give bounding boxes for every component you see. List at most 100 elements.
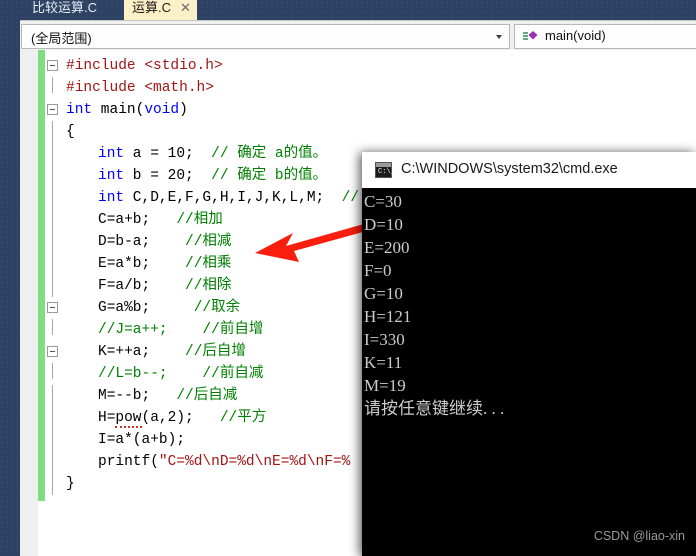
code-line: #include <math.h>	[66, 77, 214, 99]
fold-guide-line	[52, 429, 53, 451]
code-token: I=a*(a+b);	[98, 432, 186, 448]
code-line: int main(void)	[66, 99, 188, 121]
tab-label: 比较运算.C	[32, 0, 98, 15]
code-token: <stdio.h>	[144, 58, 223, 74]
code-line: int a = 10; // 确定 a的值。	[98, 143, 327, 165]
fold-guide-line	[52, 143, 53, 165]
fold-guide-line	[52, 275, 53, 297]
code-token: //J=a++; //前自增	[98, 322, 264, 338]
fold-guide-line	[52, 253, 53, 275]
fold-guide-line	[52, 121, 53, 143]
fold-toggle-icon[interactable]	[47, 302, 58, 313]
fold-guide-line	[52, 319, 53, 335]
cmd-console-window[interactable]: C:\_ C:\WINDOWS\system32\cmd.exe C=30 D=1…	[362, 152, 696, 556]
code-token: #include	[66, 80, 145, 96]
code-token: K=++a;	[98, 344, 186, 360]
code-line: G=a%b; //取余	[98, 297, 240, 319]
code-token: //取余	[193, 300, 241, 316]
code-token: //相减	[185, 234, 232, 250]
fold-guide-line	[52, 451, 53, 473]
code-token: //L=b--; //前自减	[98, 366, 264, 382]
cmd-output-line: 请按任意键继续. . .	[364, 399, 505, 418]
cmd-output-line: G=10	[364, 284, 403, 303]
scope-dropdown[interactable]: (全局范围)	[21, 24, 510, 49]
fold-toggle-icon[interactable]	[47, 104, 58, 115]
cmd-output-line: H=121	[364, 307, 412, 326]
code-token: //相乘	[185, 256, 232, 272]
code-line: //L=b--; //前自减	[98, 363, 263, 385]
code-line: printf("C=%d\nD=%d\nE=%d\nF=%	[98, 451, 350, 473]
method-purple-icon	[523, 30, 539, 44]
code-token: //相除	[185, 278, 232, 294]
code-token: )	[179, 102, 188, 118]
fold-guide-line	[52, 363, 53, 379]
code-line: C=a+b; //相加	[98, 209, 223, 231]
code-line: H=pow(a,2); //平方	[98, 407, 266, 429]
code-token: //相加	[176, 212, 223, 228]
code-token: //平方	[219, 410, 267, 426]
code-token: "C=%d\nD=%d\nE=%d\nF=%	[158, 454, 351, 470]
code-token: //	[341, 190, 360, 206]
navigation-bar: (全局范围) main(void)	[20, 20, 696, 51]
code-token: //后自减	[176, 388, 238, 404]
code-token: C=a+b;	[98, 212, 177, 228]
cmd-title-bar[interactable]: C:\_ C:\WINDOWS\system32\cmd.exe	[362, 152, 696, 189]
code-token: F=a/b;	[98, 278, 186, 294]
code-token: }	[66, 476, 75, 492]
chevron-down-icon[interactable]	[496, 35, 502, 39]
code-line: }	[66, 473, 75, 495]
fold-toggle-icon[interactable]	[47, 346, 58, 357]
watermark: CSDN @liao-xin	[593, 529, 685, 543]
code-token: main(	[92, 102, 145, 118]
fold-margin[interactable]	[46, 50, 60, 556]
fold-guide-line	[52, 385, 53, 407]
cmd-output-line: I=330	[364, 330, 405, 349]
code-token: D=b-a;	[98, 234, 186, 250]
code-token: M=--b;	[98, 388, 177, 404]
member-dropdown[interactable]: main(void)	[514, 24, 696, 49]
fold-guide-line	[52, 165, 53, 187]
editor-gutter	[20, 50, 38, 556]
code-token: C,D,E,F,G,H,I,J,K,L,M;	[124, 190, 342, 206]
code-token: a = 10;	[124, 146, 212, 162]
code-line: I=a*(a+b);	[98, 429, 185, 451]
code-token: G=a%b;	[98, 300, 194, 316]
tab-yunsuan[interactable]: 运算.C ✕	[124, 0, 197, 20]
code-line: int b = 20; // 确定 b的值。	[98, 165, 327, 187]
code-token: (a,2);	[141, 410, 220, 426]
code-line: int C,D,E,F,G,H,I,J,K,L,M; //	[98, 187, 359, 209]
code-token: int	[98, 146, 125, 162]
code-line: //J=a++; //前自增	[98, 319, 263, 341]
fold-guide-line	[52, 209, 53, 231]
cmd-title-text: C:\WINDOWS\system32\cmd.exe	[401, 161, 618, 177]
cmd-output-line: E=200	[364, 238, 410, 257]
code-token: b = 20;	[124, 168, 212, 184]
fold-guide-line	[52, 407, 53, 429]
cmd-output-line: D=10	[364, 215, 403, 234]
change-indicator-bar	[38, 50, 45, 501]
code-token: printf(	[98, 454, 159, 470]
code-line: M=--b; //后自减	[98, 385, 237, 407]
member-dropdown-value: main(void)	[545, 28, 606, 43]
tab-bijiao-yunsuan[interactable]: 比较运算.C	[24, 0, 105, 20]
cmd-output-line: C=30	[364, 192, 402, 211]
close-icon[interactable]: ✕	[180, 0, 191, 20]
code-line: #include <stdio.h>	[66, 55, 223, 77]
code-token: {	[66, 124, 75, 140]
editor-tab-strip: 比较运算.C 运算.C ✕	[0, 0, 696, 20]
code-token: <math.h>	[144, 80, 214, 96]
code-token: void	[144, 102, 180, 118]
fold-toggle-icon[interactable]	[47, 60, 58, 71]
code-token: E=a*b;	[98, 256, 186, 272]
code-line: E=a*b; //相乘	[98, 253, 231, 275]
cmd-output-area[interactable]: C=30 D=10 E=200 F=0 G=10 H=121 I=330 K=11 M=19 请按…	[362, 188, 696, 556]
code-line: K=++a; //后自增	[98, 341, 246, 363]
code-line: D=b-a; //相减	[98, 231, 231, 253]
scope-dropdown-value: (全局范围)	[31, 31, 92, 46]
code-token: #include	[66, 58, 145, 74]
fold-guide-line	[52, 187, 53, 209]
code-token: H=	[98, 410, 116, 426]
code-line: {	[66, 121, 75, 143]
cmd-icon: C:\_	[375, 162, 395, 178]
code-line: F=a/b; //相除	[98, 275, 231, 297]
